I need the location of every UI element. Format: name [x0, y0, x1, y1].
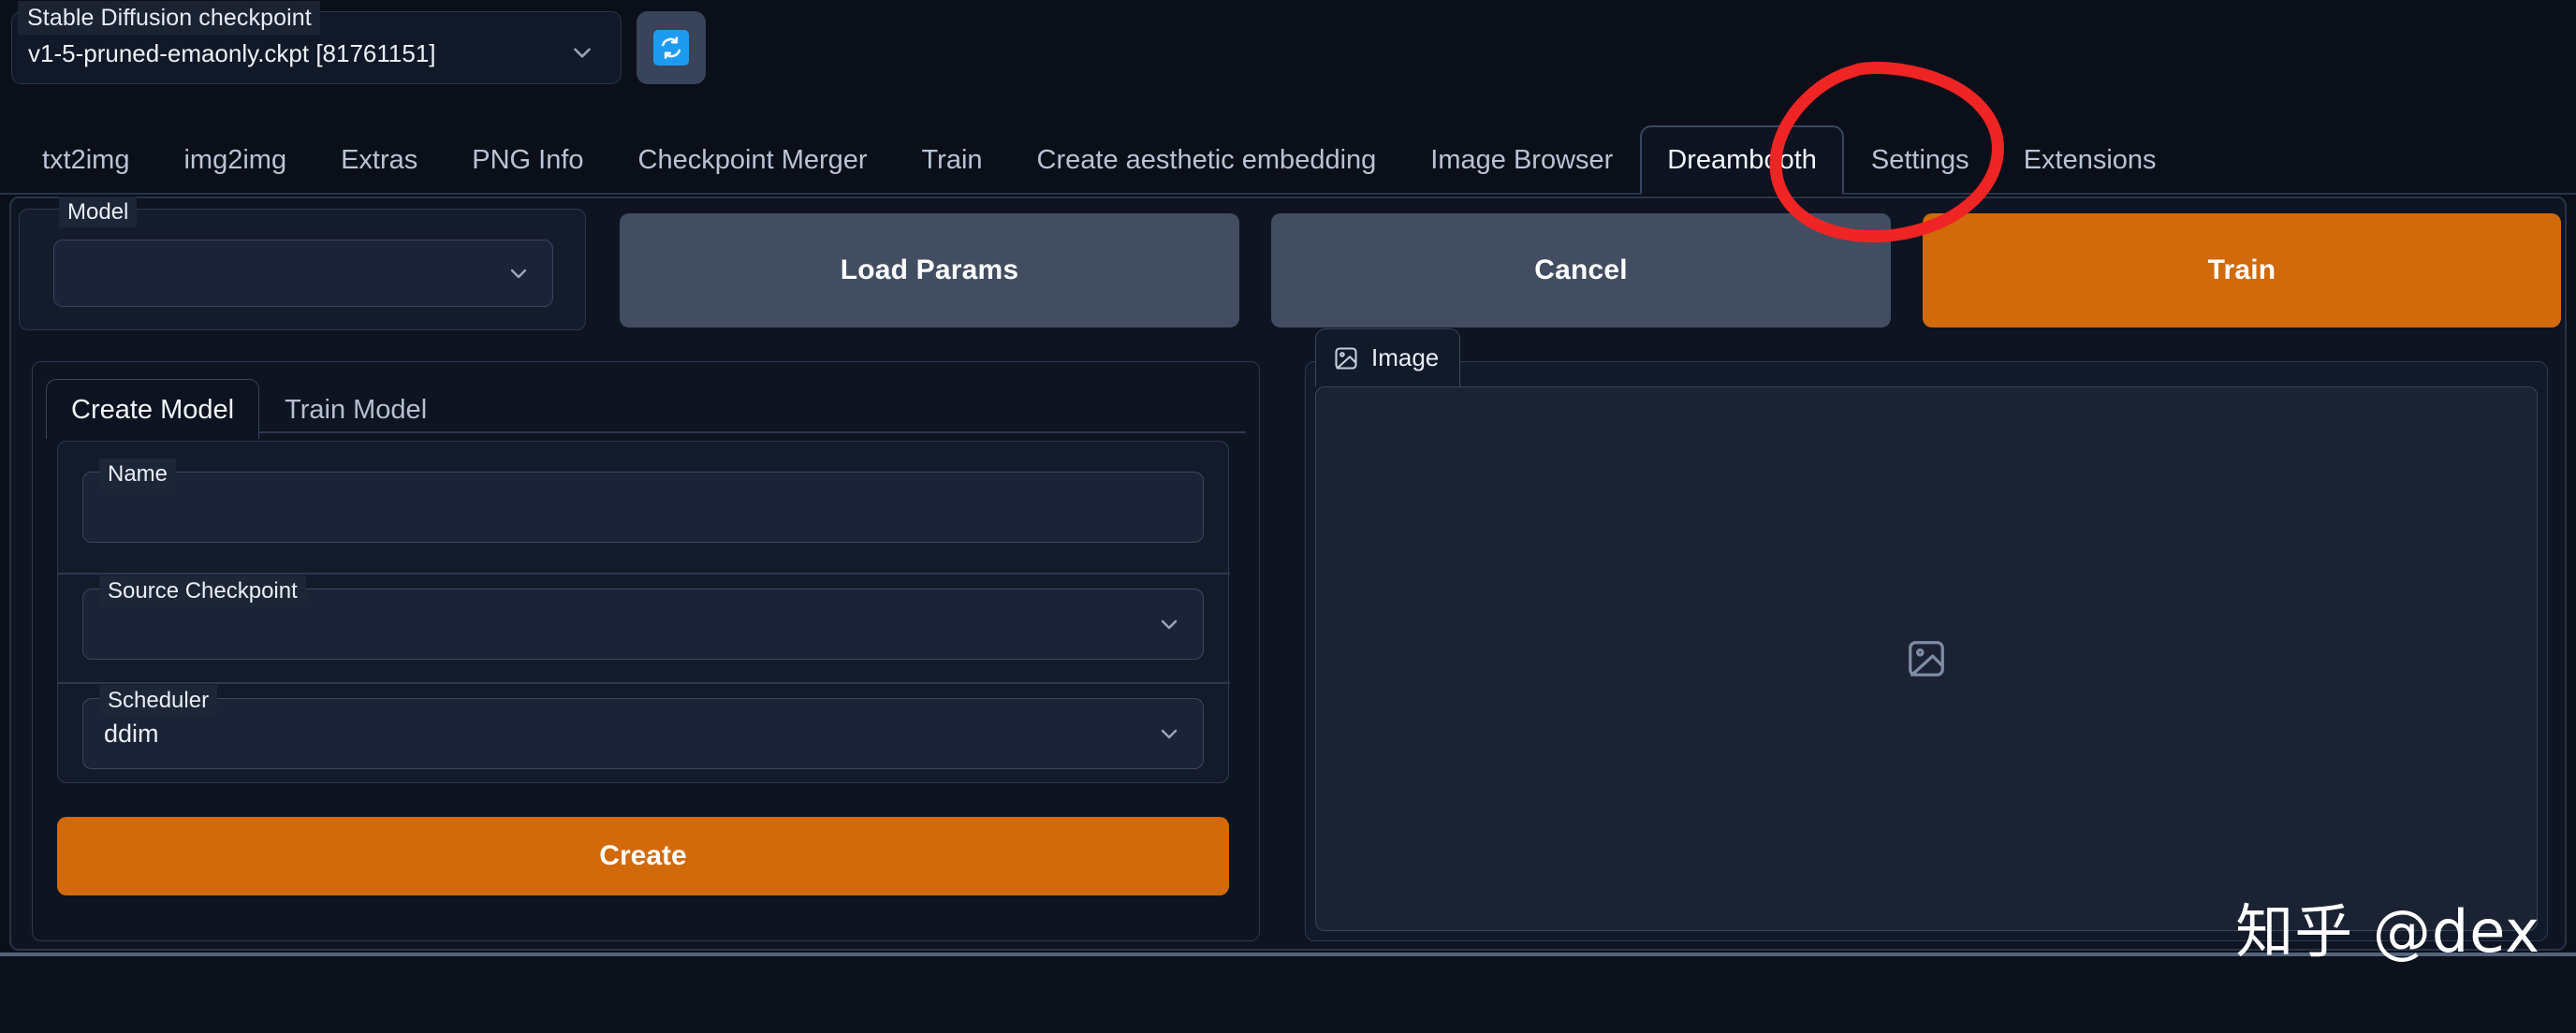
- tab-png-info[interactable]: PNG Info: [445, 125, 610, 193]
- train-button[interactable]: Train: [1923, 213, 2561, 327]
- create-model-fieldset: Name Source Checkpoint Scheduler ddim: [57, 441, 1230, 783]
- watermark: 知乎 @dex: [2235, 897, 2540, 966]
- source-checkpoint-label: Source Checkpoint: [99, 575, 306, 606]
- tab-label: Extras: [341, 145, 418, 175]
- tab-train[interactable]: Train: [895, 125, 1010, 193]
- tab-label: Checkpoint Merger: [637, 145, 868, 175]
- tab-checkpoint-merger[interactable]: Checkpoint Merger: [611, 125, 895, 193]
- checkpoint-label: Stable Diffusion checkpoint: [18, 1, 320, 35]
- tab-label: txt2img: [42, 145, 130, 175]
- tab-extras[interactable]: Extras: [314, 125, 445, 193]
- tab-label: Train: [921, 145, 983, 175]
- subtab-train-model[interactable]: Train Model: [259, 379, 452, 439]
- tab-dreambooth[interactable]: Dreambooth: [1640, 125, 1844, 195]
- picture-icon: [1333, 345, 1359, 371]
- button-label: Load Params: [840, 255, 1019, 285]
- tab-img2img[interactable]: img2img: [156, 125, 314, 193]
- top-checkpoint-bar: Stable Diffusion checkpoint v1-5-pruned-…: [0, 0, 2576, 124]
- dreambooth-page: Model Load Params Cancel Train Create Mo…: [9, 196, 2567, 951]
- action-row: Model Load Params Cancel Train: [11, 196, 2569, 337]
- model-group-label: Model: [59, 196, 138, 227]
- tab-label: PNG Info: [472, 145, 584, 175]
- scheduler-value: ddim: [104, 720, 159, 748]
- button-label: Train: [2207, 255, 2276, 285]
- tab-txt2img[interactable]: txt2img: [15, 125, 156, 193]
- button-label: Cancel: [1534, 255, 1628, 285]
- tab-label: Create aesthetic embedding: [1036, 145, 1377, 175]
- refresh-checkpoints-button[interactable]: [637, 11, 706, 84]
- subtab-label: Train Model: [285, 394, 428, 425]
- scheduler-label: Scheduler: [99, 685, 218, 716]
- model-group: Model: [19, 196, 586, 330]
- tab-image[interactable]: Image: [1315, 328, 1461, 386]
- create-model-panel: Create Model Train Model Name Source Che…: [32, 361, 1260, 941]
- load-params-button[interactable]: Load Params: [620, 213, 1239, 327]
- create-button-label: Create: [599, 840, 687, 871]
- main-tab-bar: txt2img img2img Extras PNG Info Checkpoi…: [0, 110, 2576, 195]
- tab-label: Dreambooth: [1667, 145, 1817, 175]
- tab-label: Image Browser: [1430, 145, 1614, 175]
- checkpoint-value: v1-5-pruned-emaonly.ckpt [81761151]: [28, 39, 436, 67]
- create-button[interactable]: Create: [57, 817, 1229, 895]
- name-input[interactable]: [82, 472, 1204, 543]
- scheduler-field-group: Scheduler ddim: [82, 685, 1204, 769]
- tab-create-aesthetic-embedding[interactable]: Create aesthetic embedding: [1010, 125, 1404, 193]
- refresh-icon: [653, 30, 689, 65]
- image-tab-label: Image: [1371, 343, 1440, 371]
- tab-settings[interactable]: Settings: [1844, 125, 1997, 193]
- subtab-label: Create Model: [71, 394, 235, 425]
- name-field-group: Name: [82, 458, 1204, 543]
- model-subtab-bar: Create Model Train Model: [46, 371, 452, 439]
- model-select[interactable]: [53, 240, 553, 307]
- tab-extensions[interactable]: Extensions: [1997, 125, 2184, 193]
- image-output-panel: Image: [1305, 328, 2548, 941]
- field-divider: [58, 682, 1230, 684]
- tab-label: img2img: [183, 145, 287, 175]
- cancel-button[interactable]: Cancel: [1271, 213, 1891, 327]
- field-divider: [58, 573, 1230, 575]
- name-field-label: Name: [99, 458, 177, 489]
- stable-diffusion-checkpoint-select[interactable]: Stable Diffusion checkpoint v1-5-pruned-…: [11, 1, 622, 84]
- source-checkpoint-field-group: Source Checkpoint: [82, 575, 1204, 660]
- chevron-down-icon: [507, 262, 530, 284]
- chevron-down-icon: [1158, 613, 1180, 635]
- image-placeholder-icon: [1905, 637, 1948, 680]
- chevron-down-icon: [1158, 722, 1180, 745]
- chevron-down-icon: [570, 40, 594, 65]
- image-drop-area[interactable]: [1315, 386, 2538, 931]
- tab-label: Settings: [1870, 145, 1969, 175]
- content-columns: Create Model Train Model Name Source Che…: [11, 328, 2569, 949]
- bottom-area: [0, 956, 2576, 1033]
- scheduler-select[interactable]: ddim: [82, 698, 1204, 769]
- subtab-create-model[interactable]: Create Model: [46, 379, 260, 439]
- tab-image-browser[interactable]: Image Browser: [1403, 125, 1640, 193]
- dreambooth-web-ui: Stable Diffusion checkpoint v1-5-pruned-…: [0, 0, 2576, 1033]
- tab-label: Extensions: [2023, 145, 2157, 175]
